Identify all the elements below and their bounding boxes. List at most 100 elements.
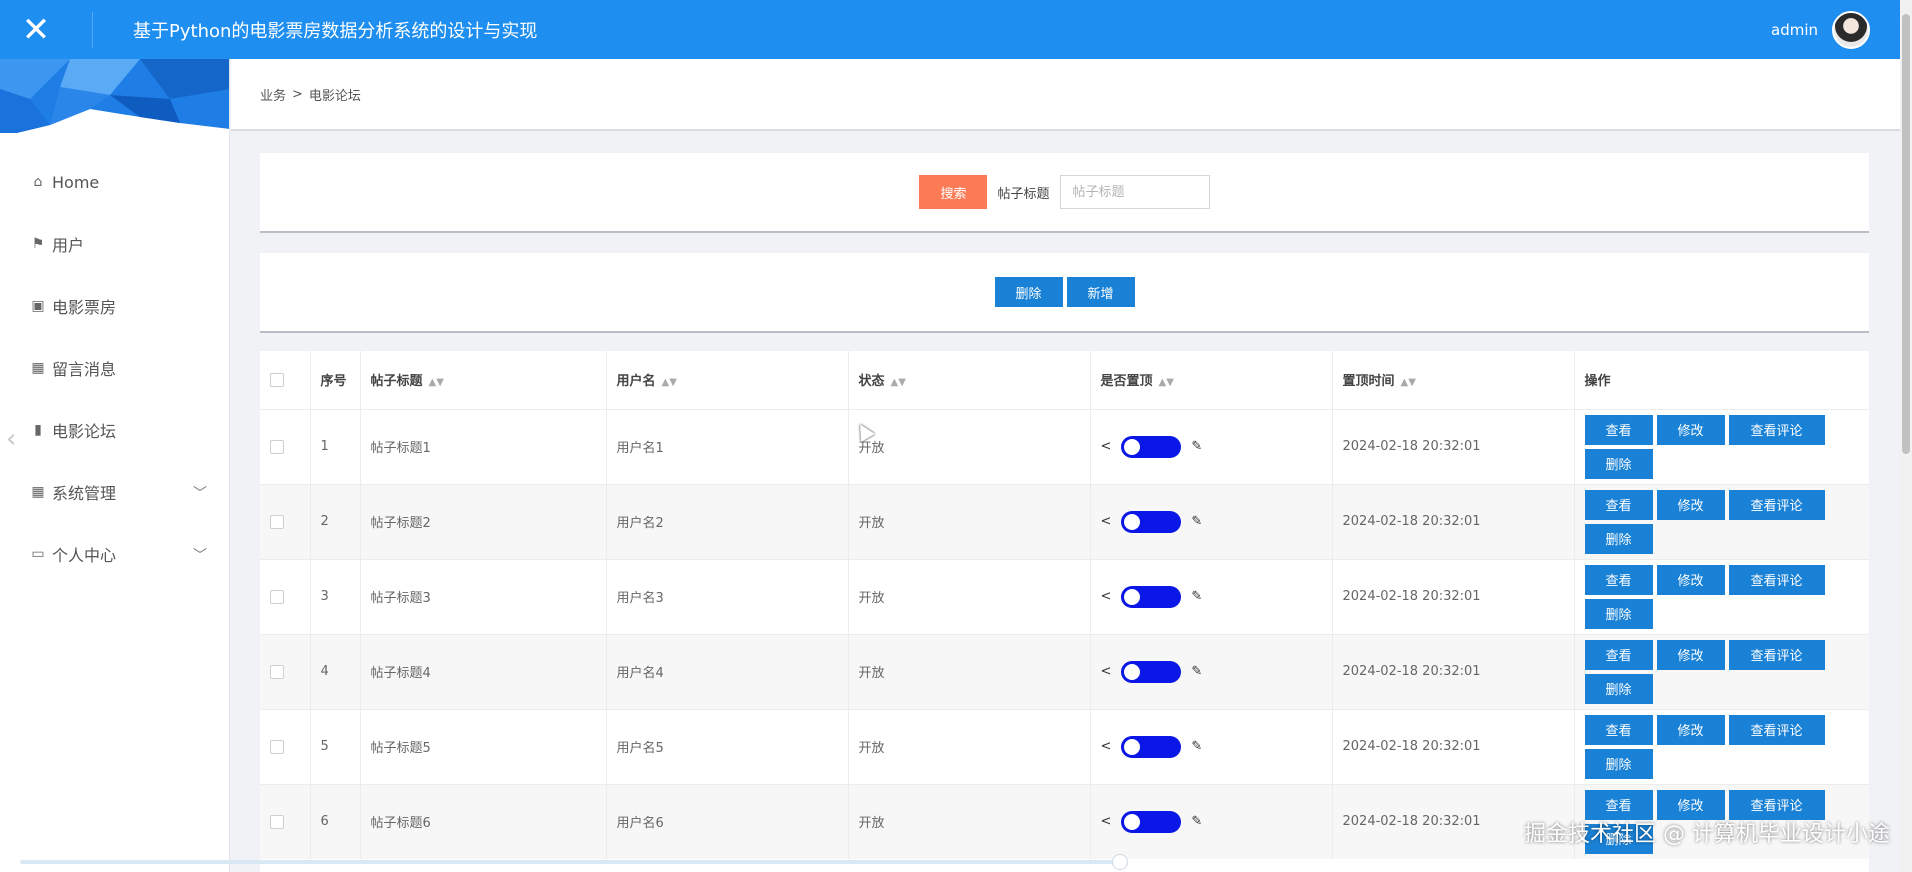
view-comments-button[interactable]: 查看评论 [1728,639,1825,670]
close-icon[interactable]: ✕ [0,0,72,59]
view-comments-button[interactable]: 查看评论 [1728,714,1825,745]
row-pin-time: 2024-02-18 20:32:01 [1332,709,1575,784]
row-status: 开放 [848,559,1091,634]
pinned-toggle[interactable] [1121,810,1182,833]
search-input[interactable] [1059,175,1210,209]
toggle-knob [1124,738,1141,755]
row-user: 用户名2 [606,484,849,559]
table-row[interactable]: 2 帖子标题2 用户名2 开放 < ✎ 2024-02-18 20:32:01 … [260,484,1869,559]
view-comments-button[interactable]: 查看评论 [1728,414,1825,445]
edit-pencil-icon[interactable]: ✎ [1191,814,1202,829]
row-select-cell [260,559,311,634]
view-button[interactable]: 查看 [1584,414,1653,445]
view-button[interactable]: 查看 [1584,639,1653,670]
sidebar-item-users[interactable]: ⚑ 用户 [0,213,229,275]
edit-pencil-icon[interactable]: ✎ [1191,439,1202,454]
row-ops: 查看 修改 查看评论 删除 [1574,409,1869,484]
scroll-handle[interactable] [1112,854,1128,870]
sidebar-item-home[interactable]: ⌂ Home [0,151,229,213]
share-icon[interactable]: < [1101,514,1112,529]
row-index: 2 [310,484,361,559]
sort-icon[interactable]: ▲▼ [1401,377,1416,388]
breadcrumb-current: 电影论坛 [308,88,361,104]
edit-pencil-icon[interactable]: ✎ [1191,739,1202,754]
table-row[interactable]: 3 帖子标题3 用户名3 开放 < ✎ 2024-02-18 20:32:01 … [260,559,1869,634]
col-pinned[interactable]: 是否置顶 ▲▼ [1090,351,1333,409]
edit-button[interactable]: 修改 [1656,714,1725,745]
edit-button[interactable]: 修改 [1656,564,1725,595]
breadcrumb-parent[interactable]: 业务 [260,85,286,104]
user-menu[interactable]: admin [1771,0,1870,59]
chevron-down-icon[interactable]: ﹀ [193,483,207,503]
table-row[interactable]: 4 帖子标题4 用户名4 开放 < ✎ 2024-02-18 20:32:01 … [260,634,1869,709]
pinned-toggle[interactable] [1121,435,1182,458]
edit-pencil-icon[interactable]: ✎ [1191,589,1202,604]
row-select-cell [260,784,311,859]
sort-icon[interactable]: ▲▼ [662,377,677,388]
pinned-toggle[interactable] [1121,510,1182,533]
sidebar-item-profile[interactable]: ▭ 个人中心 ﹀ [0,523,229,585]
share-icon[interactable]: < [1101,589,1112,604]
row-delete-button[interactable]: 删除 [1584,748,1653,779]
scroll-thumb[interactable] [1902,14,1910,454]
top-header: ✕ 基于Python的电影票房数据分析系统的设计与实现 admin [0,0,1900,59]
row-checkbox[interactable] [270,664,284,679]
add-button[interactable]: 新增 [1066,277,1135,307]
view-button[interactable]: 查看 [1584,714,1653,745]
col-title[interactable]: 帖子标题 ▲▼ [360,351,607,409]
col-ops: 操作 [1584,374,1611,390]
username[interactable]: admin [1771,21,1818,39]
table-row[interactable]: 5 帖子标题5 用户名5 开放 < ✎ 2024-02-18 20:32:01 … [260,709,1869,784]
horizontal-scrollbar[interactable] [20,854,1128,870]
view-button[interactable]: 查看 [1584,564,1653,595]
row-ops: 查看 修改 查看评论 删除 [1574,559,1869,634]
share-icon[interactable]: < [1101,664,1112,679]
sidebar-item-label: 用户 [52,236,85,255]
row-checkbox[interactable] [270,514,284,529]
col-user[interactable]: 用户名 ▲▼ [606,351,849,409]
chevron-down-icon[interactable]: ﹀ [193,545,207,565]
pinned-toggle[interactable] [1121,735,1182,758]
view-button[interactable]: 查看 [1584,489,1653,520]
sort-icon[interactable]: ▲▼ [1159,377,1174,388]
bar-chart-icon: ▮ [34,422,42,438]
sidebar-item-messages[interactable]: ▦ 留言消息 [0,337,229,399]
select-all-checkbox[interactable] [270,372,284,387]
table-row[interactable]: 1 帖子标题1 用户名1 开放 < ✎ 2024-02-18 20:32:01 … [260,409,1869,484]
col-pin-time[interactable]: 置顶时间 ▲▼ [1332,351,1575,409]
row-delete-button[interactable]: 删除 [1584,523,1653,554]
row-checkbox[interactable] [270,439,284,454]
toggle-knob [1124,663,1141,680]
edit-pencil-icon[interactable]: ✎ [1191,514,1202,529]
share-icon[interactable]: < [1101,439,1112,454]
chevron-left-icon[interactable]: ‹ [6,424,16,454]
edit-button[interactable]: 修改 [1656,639,1725,670]
row-delete-button[interactable]: 删除 [1584,673,1653,704]
sort-icon[interactable]: ▲▼ [429,377,444,388]
vertical-scrollbar[interactable] [1900,0,1912,872]
view-comments-button[interactable]: 查看评论 [1728,489,1825,520]
row-pinned: < ✎ [1090,409,1333,484]
share-icon[interactable]: < [1101,739,1112,754]
row-checkbox[interactable] [270,814,284,829]
share-icon[interactable]: < [1101,814,1112,829]
sidebar-item-forum[interactable]: ▮ 电影论坛 [0,399,229,461]
row-delete-button[interactable]: 删除 [1584,448,1653,479]
edit-button[interactable]: 修改 [1656,489,1725,520]
pinned-toggle[interactable] [1121,660,1182,683]
sidebar-item-box-office[interactable]: ▣ 电影票房 [0,275,229,337]
row-checkbox[interactable] [270,589,284,604]
edit-pencil-icon[interactable]: ✎ [1191,664,1202,679]
delete-button[interactable]: 删除 [994,277,1063,307]
sidebar-item-system[interactable]: ▦ 系统管理 ﹀ [0,461,229,523]
pinned-toggle[interactable] [1121,585,1182,608]
sort-icon[interactable]: ▲▼ [891,377,906,388]
edit-button[interactable]: 修改 [1656,414,1725,445]
row-delete-button[interactable]: 删除 [1584,598,1653,629]
avatar[interactable] [1832,10,1870,49]
view-comments-button[interactable]: 查看评论 [1728,564,1825,595]
search-button[interactable]: 搜索 [919,175,988,209]
col-status[interactable]: 状态 ▲▼ [848,351,1091,409]
col-pin-time-label: 置顶时间 [1342,374,1395,390]
row-checkbox[interactable] [270,739,284,754]
